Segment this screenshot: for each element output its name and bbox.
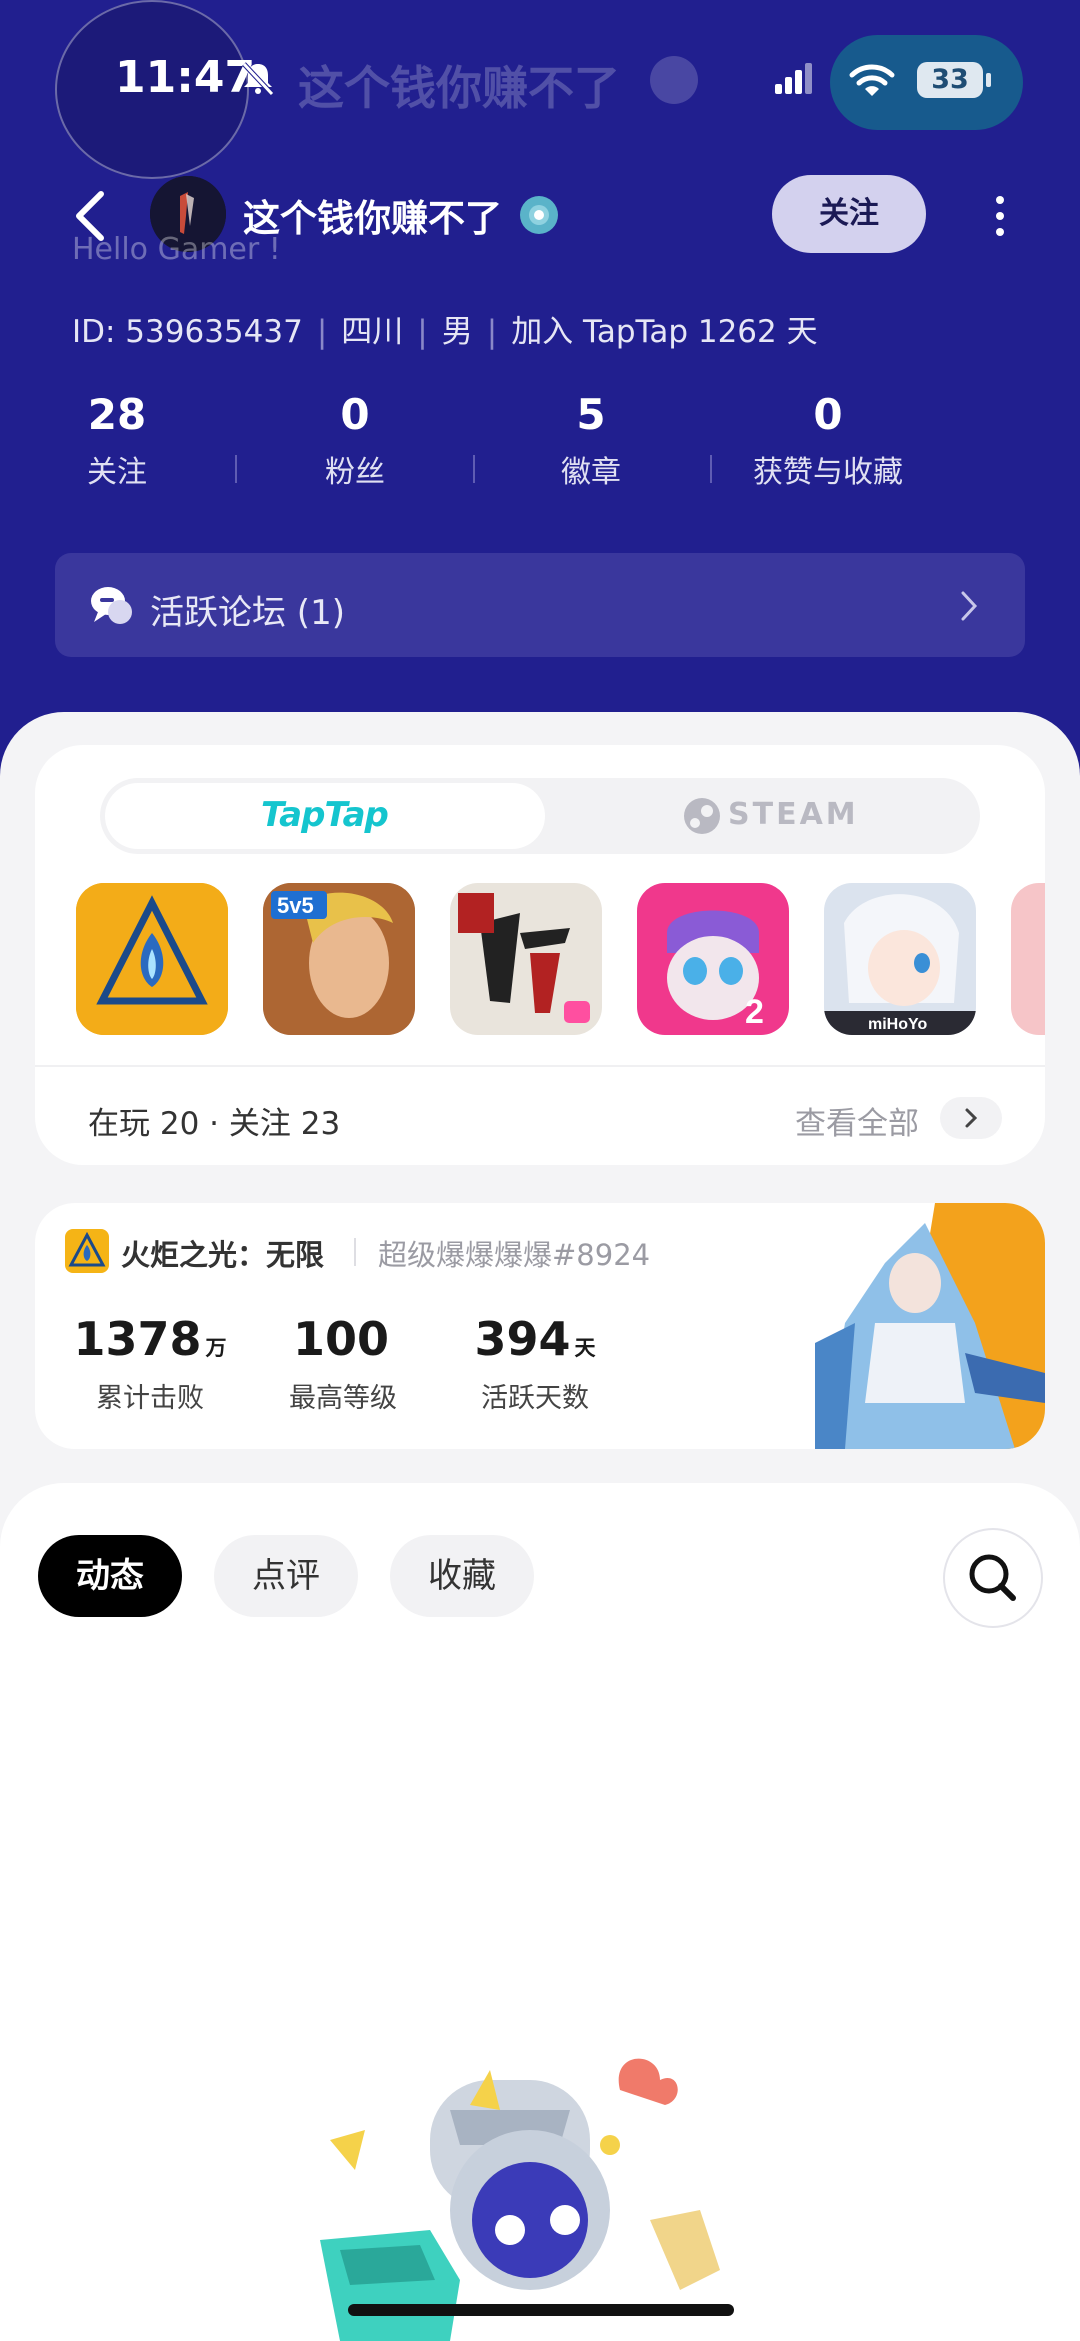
record-game-name: 火炬之光：无限 [121, 1238, 325, 1272]
stat-label: 累计击败 [96, 1383, 204, 1414]
stat-badges[interactable]: 5 徽章 [491, 390, 691, 491]
ghost-username-title: 这个钱你赚不了 [298, 61, 620, 115]
svg-text:miHoYo: miHoYo [868, 1016, 927, 1033]
stat-unit: 天 [574, 1336, 596, 1360]
battery-level: 33 [917, 62, 983, 98]
stat-label: 获赞与收藏 [753, 455, 903, 490]
more-options-icon[interactable] [990, 194, 1010, 238]
stat-number: 28 [87, 390, 147, 439]
tab-taptap[interactable]: TapTap [261, 795, 389, 835]
profile-info-line: ID: 539635437 | 四川 | 男 | 加入 TapTap 1262 天 [72, 306, 818, 351]
stat-number: 5 [576, 390, 606, 439]
wifi-icon [849, 64, 895, 96]
ghost-verified-badge-icon [650, 56, 698, 104]
card-game-icon[interactable] [450, 883, 602, 1035]
home-indicator[interactable] [348, 2304, 734, 2316]
forum-chat-icon [91, 587, 132, 624]
battery-tip [986, 73, 991, 87]
stat-fans[interactable]: 0 粉丝 [255, 390, 455, 491]
stat-likes[interactable]: 0 获赞与收藏 [728, 390, 928, 491]
separator [354, 1238, 356, 1266]
stat-label: 最高等级 [289, 1383, 397, 1414]
stat-unit: 万 [205, 1336, 227, 1360]
separator: | [486, 314, 498, 350]
stat-label: 关注 [87, 455, 147, 490]
tab-reviews[interactable]: 点评 [214, 1535, 358, 1617]
follow-button[interactable]: 关注 [772, 175, 926, 253]
stat-divider [473, 455, 475, 483]
partial-game-icon[interactable] [1011, 883, 1045, 1035]
divider [35, 1065, 1045, 1067]
view-all-link[interactable]: 查看全部 [795, 1098, 919, 1143]
status-time: 11:47 [115, 52, 256, 103]
chevron-right-icon [961, 591, 978, 621]
tab-favorites[interactable]: 收藏 [390, 1535, 534, 1617]
game-character-art [815, 1203, 1045, 1449]
stat-number: 0 [340, 390, 370, 439]
empty-state-mascot-illustration [320, 2058, 720, 2341]
svg-text:5v5: 5v5 [277, 893, 314, 918]
torchlight-small-icon [65, 1229, 109, 1273]
stat-number: 0 [813, 390, 843, 439]
stat-divider [710, 455, 712, 483]
stat-number: 394 [474, 1312, 571, 1366]
stat-label: 活跃天数 [481, 1383, 589, 1414]
stat-number: 100 [292, 1312, 390, 1366]
tab-steam[interactable]: STEAM [728, 797, 859, 832]
torchlight-icon[interactable] [76, 883, 228, 1035]
steam-icon [684, 798, 720, 834]
search-icon [969, 1554, 1016, 1601]
verified-badge-icon [520, 196, 558, 234]
active-forum-label: 活跃论坛 (1) [150, 593, 345, 633]
talking-angela-icon[interactable]: 2 [637, 883, 789, 1035]
playing-following-count: 在玩 20 · 关注 23 [88, 1106, 341, 1142]
cellular-signal-icon [775, 63, 812, 94]
stat-following[interactable]: 28 关注 [17, 390, 217, 491]
stat-number: 1378 [73, 1312, 202, 1366]
stat-label: 粉丝 [325, 455, 385, 490]
bell-muted-icon [242, 62, 274, 96]
hello-gamer-text: Hello Gamer ! [72, 232, 281, 267]
chevron-right-icon [965, 1108, 978, 1128]
stat-label: 徽章 [561, 455, 621, 490]
user-join-days: 加入 TapTap 1262 天 [511, 314, 818, 350]
separator: | [417, 314, 428, 350]
view-all-button[interactable] [940, 1097, 1002, 1139]
svg-text:2: 2 [745, 993, 764, 1031]
honkai-icon[interactable]: miHoYo [824, 883, 976, 1035]
separator: | [316, 314, 328, 350]
search-button[interactable] [943, 1528, 1043, 1628]
user-gender: 男 [441, 314, 473, 350]
honor-of-kings-icon[interactable]: 5v5 [263, 883, 415, 1035]
record-stat-level: 100 最高等级 [248, 1312, 438, 1415]
user-id: ID: 539635437 [72, 314, 303, 350]
tab-moments[interactable]: 动态 [38, 1535, 182, 1617]
username-title: 这个钱你赚不了 [243, 197, 502, 240]
record-player-tag: 超级爆爆爆爆#8924 [378, 1238, 651, 1272]
stat-divider [235, 455, 237, 483]
record-stat-kills: 1378 万 累计击败 [55, 1312, 245, 1415]
user-region: 四川 [341, 314, 404, 350]
record-stat-days: 394 天 活跃天数 [440, 1312, 630, 1415]
